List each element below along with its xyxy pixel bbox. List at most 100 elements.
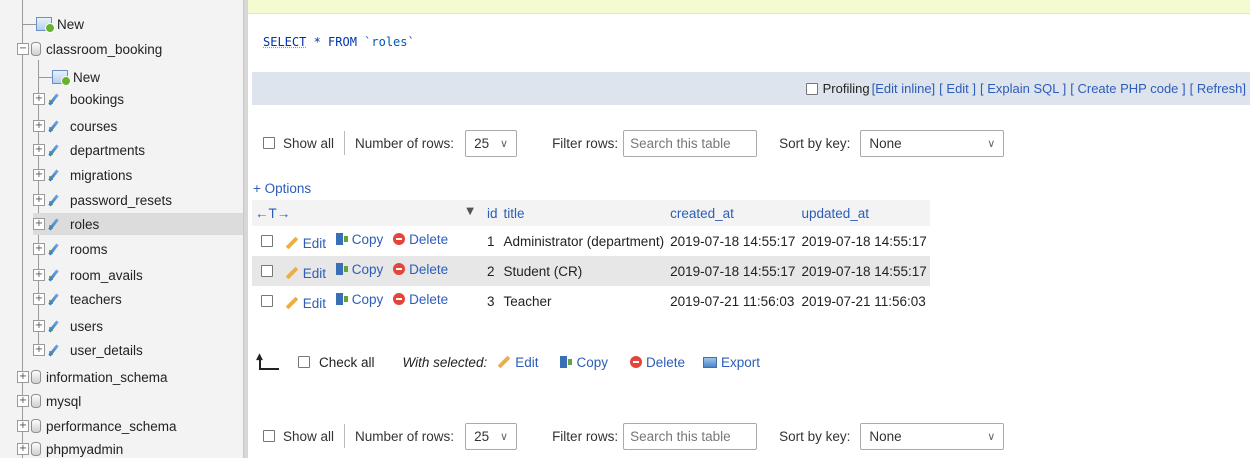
sidebar-item-performance-schema[interactable]: + performance_schema [17,415,177,437]
expand-icon[interactable]: + [33,344,45,356]
edit-link[interactable]: [ Edit ] [939,81,976,96]
bulk-edit-button[interactable]: Edit [497,355,538,370]
expand-icon[interactable]: + [33,169,45,181]
expand-icon[interactable]: + [33,293,45,305]
cell-updated-at[interactable]: 2019-07-18 14:55:17 [798,256,930,286]
sidebar-item-user-details[interactable]: + user_details [33,339,143,361]
profiling-checkbox[interactable] [805,82,818,95]
collapse-icon[interactable]: − [17,43,29,55]
with-selected-label: With selected: [402,354,488,370]
cell-title[interactable]: Student (CR) [500,256,668,286]
cell-title[interactable]: Teacher [501,286,668,316]
sidebar-item-departments[interactable]: + departments [33,139,145,161]
expand-icon[interactable]: + [33,144,45,156]
filter-input[interactable]: Search this table [623,129,758,157]
rows-label: Number of rows: [355,428,455,444]
sidebar-item-roles[interactable]: + roles [33,213,243,235]
sidebar-item-phpmyadmin[interactable]: + phpmyadmin [17,438,123,458]
row-delete-button[interactable]: Delete [393,262,448,277]
row-actions: Edit Copy Delete [252,226,484,256]
options-toggle[interactable]: + Options [253,181,311,196]
sql-keyword[interactable]: SELECT [263,35,306,49]
bulk-copy-button[interactable]: Copy [560,355,608,370]
show-all-label[interactable]: Show all [283,136,334,151]
sidebar-item-classroom-booking[interactable]: − classroom_booking [17,38,162,60]
expand-icon[interactable]: + [17,371,29,383]
chevron-down-icon: ∨ [987,136,996,150]
show-all-checkbox[interactable] [263,430,275,442]
sidebar-item-courses[interactable]: + courses [33,115,117,137]
column-header-title[interactable]: title [500,200,668,226]
edit-label: Edit [302,235,327,251]
expand-icon[interactable]: + [33,194,45,206]
row-copy-button[interactable]: Copy [335,261,384,277]
row-checkbox[interactable] [261,265,273,278]
cell-created-at[interactable]: 2019-07-18 14:55:17 [667,226,798,256]
expand-icon[interactable]: + [33,93,45,105]
expand-icon[interactable]: + [17,395,29,407]
refresh-link[interactable]: [ Refresh] [1190,81,1246,96]
expand-icon[interactable]: + [33,320,45,332]
sidebar-item-mysql[interactable]: + mysql [17,390,81,412]
cell-updated-at[interactable]: 2019-07-21 11:56:03 [798,286,929,316]
rows-select[interactable]: 25 ∨ [465,129,518,157]
expand-icon[interactable]: + [17,443,29,455]
row-checkbox[interactable] [261,235,273,248]
row-edit-button[interactable]: Edit [285,296,326,311]
column-resize-arrows[interactable]: ←T→ [255,206,290,221]
sidebar-item-password-resets[interactable]: + password_resets [33,189,172,211]
cell-created-at[interactable]: 2019-07-18 14:55:17 [667,256,799,286]
sidebar-item-teachers[interactable]: + teachers [33,288,122,310]
check-all-checkbox[interactable] [298,356,310,368]
expand-icon[interactable]: + [33,269,45,281]
expand-icon[interactable]: + [33,218,45,230]
check-all-label[interactable]: Check all [319,355,375,370]
expand-icon[interactable]: + [17,420,29,432]
row-copy-button[interactable]: Copy [335,292,383,307]
column-header-updated-at[interactable]: updated_at [798,200,930,226]
cell-id[interactable]: 2 [484,256,501,286]
copy-icon [335,263,348,275]
expand-icon[interactable]: + [33,120,45,132]
sql-query-text[interactable]: SELECT * FROM `roles` [263,35,415,49]
rows-label: Number of rows: [355,135,455,151]
expand-icon[interactable]: + [33,243,45,255]
edit-inline-link[interactable]: [Edit inline] [872,81,936,96]
column-header-created-at[interactable]: created_at [667,200,799,226]
cell-title[interactable]: Administrator (department) [501,226,668,256]
sql-query-box: SELECT * FROM `roles` [248,14,1250,69]
sidebar-item-information-schema[interactable]: + information_schema [17,366,168,388]
column-header-id[interactable]: id [484,200,501,226]
bulk-delete-button[interactable]: Delete [629,355,685,370]
copy-label: Copy [351,261,384,277]
sidebar-item-label: room_avails [70,267,143,283]
sort-select[interactable]: None ∨ [860,129,1005,157]
sidebar-item-room-avails[interactable]: + room_avails [33,264,143,286]
cell-id[interactable]: 3 [484,286,501,316]
sidebar-item-users[interactable]: + users [33,315,103,337]
show-all-checkbox[interactable] [263,137,275,149]
cell-updated-at[interactable]: 2019-07-18 14:55:17 [798,226,929,256]
cell-created-at[interactable]: 2019-07-21 11:56:03 [667,286,798,316]
row-copy-button[interactable]: Copy [335,232,383,247]
sidebar-item-rooms[interactable]: + rooms [33,238,108,260]
row-edit-button[interactable]: Edit [285,266,326,281]
bulk-export-button[interactable]: Export [703,355,760,370]
sidebar-item-migrations[interactable]: + migrations [33,164,132,186]
sidebar-item-new[interactable]: New [36,13,84,35]
filter-input[interactable]: Search this table [623,422,758,450]
cell-id[interactable]: 1 [484,226,501,256]
sort-select[interactable]: None ∨ [860,422,1005,450]
show-all-label[interactable]: Show all [283,429,334,444]
sidebar-item-label: password_resets [70,192,173,208]
rows-select[interactable]: 25 ∨ [465,422,518,450]
sort-indicator-icon[interactable]: ▼ [466,206,474,217]
create-php-code-link[interactable]: [ Create PHP code ] [1070,81,1185,96]
sidebar-item-bookings[interactable]: + bookings [33,88,124,110]
row-checkbox[interactable] [261,295,273,308]
sidebar-item-new-table[interactable]: New [52,66,100,88]
explain-sql-link[interactable]: [ Explain SQL ] [980,81,1066,96]
row-delete-button[interactable]: Delete [393,292,448,307]
row-delete-button[interactable]: Delete [393,232,448,247]
row-edit-button[interactable]: Edit [285,236,326,251]
